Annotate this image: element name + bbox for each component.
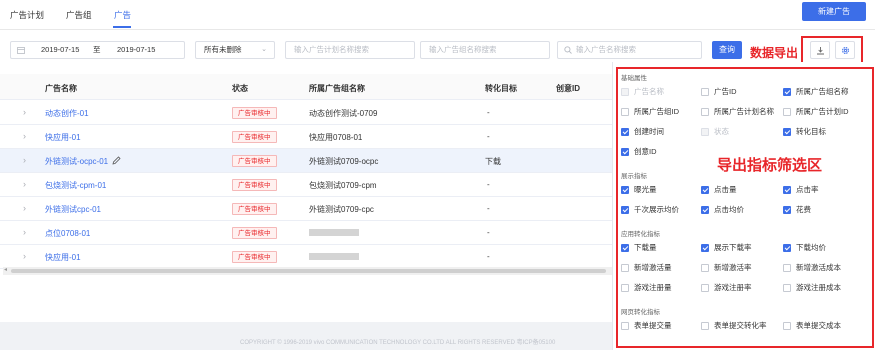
expand-chevron-icon[interactable]: › bbox=[23, 107, 26, 117]
tab-ad[interactable]: 广告 bbox=[114, 9, 131, 21]
expand-chevron-icon[interactable]: › bbox=[23, 227, 26, 237]
table-row[interactable]: › 包烧测试-cpm-01 广告审核中 包烧测试0709-cpm - bbox=[0, 173, 612, 197]
col-status[interactable]: 状态 bbox=[232, 83, 248, 94]
new-ad-button[interactable]: 新建广告 bbox=[802, 2, 866, 21]
ad-name-link[interactable]: 点位0708-01 bbox=[45, 228, 90, 239]
ad-name-link[interactable]: 外链测试-ocpc-01 bbox=[45, 156, 108, 167]
plan-search-input[interactable]: 输入广告计划名称搜索 bbox=[285, 41, 415, 59]
col-group-name[interactable]: 所属广告组名称 bbox=[309, 83, 365, 94]
group-name: 快应用0708-01 bbox=[309, 133, 363, 142]
conversion-target: - bbox=[487, 180, 490, 189]
conversion-target: - bbox=[487, 204, 490, 213]
expand-chevron-icon[interactable]: › bbox=[23, 155, 26, 165]
column-settings-button[interactable] bbox=[835, 41, 855, 59]
group-name: 动态创作测试-0709 bbox=[309, 109, 378, 118]
expand-chevron-icon[interactable]: › bbox=[23, 251, 26, 261]
group-search-placeholder: 输入广告组名称搜索 bbox=[429, 45, 497, 54]
query-button[interactable]: 查询 bbox=[712, 41, 742, 59]
table-row[interactable]: › 点位0708-01 广告审核中 - bbox=[0, 221, 612, 245]
ad-search-placeholder: 输入广告名称搜索 bbox=[576, 45, 636, 54]
group-search-input[interactable]: 输入广告组名称搜索 bbox=[420, 41, 550, 59]
ad-name-link[interactable]: 快应用-01 bbox=[45, 252, 81, 263]
calendar-icon bbox=[17, 47, 25, 54]
group-name: 外链测试0709-ocpc bbox=[309, 157, 379, 166]
conversion-target: 下载 bbox=[485, 157, 501, 166]
expand-chevron-icon[interactable]: › bbox=[23, 203, 26, 213]
redacted-group-name bbox=[309, 253, 359, 260]
horizontal-scrollbar[interactable]: ◂ bbox=[3, 267, 612, 275]
conversion-target: - bbox=[487, 252, 490, 261]
export-annotation: 数据导出 bbox=[750, 46, 799, 60]
status-badge: 广告审核中 bbox=[232, 203, 277, 215]
date-end: 2019-07-15 bbox=[117, 45, 156, 54]
edit-icon[interactable] bbox=[112, 156, 121, 165]
top-tabs-bar: 广告计划 广告组 广告 bbox=[0, 0, 875, 30]
export-icon bbox=[817, 47, 824, 55]
status-badge: 广告审核中 bbox=[232, 107, 277, 119]
group-name: 外链测试0709-cpc bbox=[309, 205, 374, 214]
col-creative-id[interactable]: 创意ID bbox=[556, 83, 580, 94]
table-row[interactable]: › 动态创作-01 广告审核中 动态创作测试-0709 - bbox=[0, 101, 612, 125]
chevron-down-icon: ⌄ bbox=[261, 46, 267, 53]
table-row[interactable]: › 外链测试-ocpc-01 广告审核中 外链测试0709-ocpc 下载 bbox=[0, 149, 612, 173]
active-tab-indicator bbox=[113, 26, 131, 28]
date-range-picker[interactable]: 2019-07-15 至 2019-07-15 bbox=[10, 41, 185, 59]
tab-ad-plan[interactable]: 广告计划 bbox=[10, 9, 44, 21]
copyright-text: COPYRIGHT © 1996-2019 vivo COMMUNICATION… bbox=[240, 340, 556, 346]
col-ad-name[interactable]: 广告名称 bbox=[45, 83, 77, 94]
conversion-target: - bbox=[487, 108, 490, 117]
metrics-filter-highlight-box bbox=[616, 67, 874, 348]
conversion-target: - bbox=[487, 228, 490, 237]
date-start: 2019-07-15 bbox=[41, 45, 80, 54]
plan-search-placeholder: 输入广告计划名称搜索 bbox=[294, 45, 369, 54]
gear-icon bbox=[842, 47, 849, 54]
tab-ad-group[interactable]: 广告组 bbox=[66, 9, 92, 21]
status-badge: 广告审核中 bbox=[232, 155, 277, 167]
filter-area-annotation: 导出指标筛选区 bbox=[717, 157, 823, 174]
ad-name-link[interactable]: 快应用-01 bbox=[45, 132, 81, 143]
status-select[interactable]: 所有未删除 ⌄ bbox=[195, 41, 275, 59]
table-row[interactable]: › 快应用-01 广告审核中 - bbox=[0, 245, 612, 269]
scroll-left-icon[interactable]: ◂ bbox=[4, 266, 7, 273]
expand-chevron-icon[interactable]: › bbox=[23, 179, 26, 189]
ad-search-input[interactable]: 输入广告名称搜索 bbox=[557, 41, 702, 59]
status-badge: 广告审核中 bbox=[232, 179, 277, 191]
status-select-value: 所有未删除 bbox=[204, 45, 242, 54]
table-row[interactable]: › 快应用-01 广告审核中 快应用0708-01 - bbox=[0, 125, 612, 149]
ad-name-link[interactable]: 外链测试cpc-01 bbox=[45, 204, 101, 215]
status-badge: 广告审核中 bbox=[232, 227, 277, 239]
status-badge: 广告审核中 bbox=[232, 251, 277, 263]
group-name: 包烧测试0709-cpm bbox=[309, 181, 377, 190]
table-row[interactable]: › 外链测试cpc-01 广告审核中 外链测试0709-cpc - bbox=[0, 197, 612, 221]
redacted-group-name bbox=[309, 229, 359, 236]
col-conversion-target[interactable]: 转化目标 bbox=[485, 83, 517, 94]
ad-name-link[interactable]: 包烧测试-cpm-01 bbox=[45, 180, 106, 191]
status-badge: 广告审核中 bbox=[232, 131, 277, 143]
export-button[interactable] bbox=[810, 41, 830, 59]
table-header: 广告名称 状态 所属广告组名称 转化目标 创意ID bbox=[0, 74, 612, 100]
scrollbar-thumb[interactable] bbox=[11, 269, 606, 273]
expand-chevron-icon[interactable]: › bbox=[23, 131, 26, 141]
conversion-target: - bbox=[487, 132, 490, 141]
ad-name-link[interactable]: 动态创作-01 bbox=[45, 108, 89, 119]
date-separator: 至 bbox=[93, 45, 101, 54]
search-icon bbox=[564, 46, 572, 54]
